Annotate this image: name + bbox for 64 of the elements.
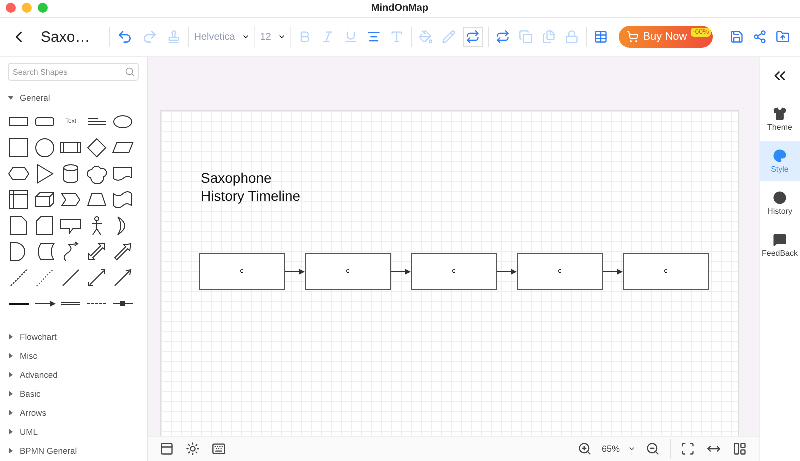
category-label: Flowchart [20, 332, 57, 342]
category-label: UML [20, 427, 38, 438]
save-icon[interactable] [728, 28, 746, 46]
caret-icon[interactable] [278, 33, 286, 41]
zoom-out-icon[interactable] [644, 440, 662, 458]
connector-icon[interactable] [463, 27, 484, 47]
circle-icon[interactable] [34, 137, 56, 160]
tape-icon[interactable] [112, 189, 134, 212]
card-icon[interactable] [34, 215, 56, 238]
collapsed-triangle-icon [8, 352, 14, 359]
window-title: MindOnMap [371, 3, 429, 14]
message-icon [773, 232, 787, 246]
internal-storage-icon[interactable] [8, 189, 30, 212]
document-title: Saxo… [41, 28, 90, 46]
category-label: General [20, 92, 50, 103]
brightness-icon[interactable] [184, 440, 202, 458]
category-header[interactable]: UML [8, 422, 139, 442]
palette-icon [773, 148, 787, 162]
collapsed-triangle-icon [8, 391, 14, 398]
category-header[interactable]: Flowchart [8, 327, 139, 346]
category-header[interactable]: Advanced [8, 365, 139, 384]
thick-arrow-icon[interactable] [112, 241, 134, 264]
panel-tab[interactable]: Theme [760, 99, 800, 139]
category-header[interactable]: BPMN General [8, 442, 139, 461]
category-label: Arrows [20, 408, 46, 418]
share-icon[interactable] [751, 28, 769, 46]
category-header[interactable]: General [8, 88, 139, 108]
connector-arrow [603, 268, 623, 276]
outline-icon[interactable] [158, 440, 176, 458]
caret-icon[interactable] [628, 445, 636, 453]
collapsed-triangle-icon [8, 448, 14, 454]
bidirectional-arrow-icon[interactable] [86, 267, 108, 290]
caret-icon[interactable] [242, 33, 250, 41]
shirt-icon [773, 106, 787, 120]
diamond-icon[interactable] [86, 137, 108, 160]
fit-icon[interactable] [679, 440, 697, 458]
diagram-title: Saxophone History Timeline [201, 169, 302, 205]
collapsed-triangle-icon [8, 429, 14, 436]
category-label: Misc [20, 350, 38, 361]
category-header[interactable]: Basic [8, 384, 139, 404]
close-window-button[interactable] [6, 3, 16, 13]
cart-icon [627, 31, 640, 43]
cloud-icon[interactable] [86, 163, 108, 186]
panel-tab[interactable]: History [760, 183, 800, 223]
connector-arrow [497, 268, 517, 276]
category-header[interactable]: Misc [8, 346, 139, 366]
square-icon[interactable] [8, 137, 30, 160]
connector-arrow [391, 268, 411, 276]
collapsed-triangle-icon [8, 372, 14, 378]
category-label: Basic [20, 389, 41, 400]
zoom-level[interactable]: 65% [602, 444, 620, 454]
category-label: BPMN General [20, 446, 78, 456]
panel-tab[interactable]: FeedBack [760, 225, 800, 265]
double-arrow-icon[interactable] [86, 241, 108, 264]
connector-arrow [285, 268, 305, 276]
page-icon[interactable] [8, 215, 30, 238]
layout-icon[interactable] [731, 440, 749, 458]
expanded-triangle-icon [8, 94, 14, 101]
search-icon[interactable] [125, 67, 135, 77]
search-field[interactable]: Search Shapes [8, 63, 139, 81]
collapsed-triangle-icon [8, 334, 14, 340]
collapsed-triangle-icon [8, 410, 14, 416]
category-header[interactable]: Arrows [8, 404, 139, 423]
category-label: Advanced [20, 370, 58, 380]
